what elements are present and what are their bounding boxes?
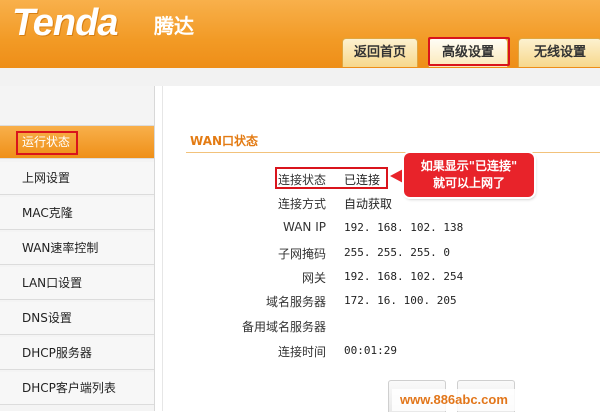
tenda-logo-cn: 腾达 — [154, 14, 194, 38]
sidebar-item-wan-rate-control[interactable]: WAN速率控制 — [0, 232, 154, 265]
sidebar-item-mac-clone[interactable]: MAC克隆 — [0, 197, 154, 230]
watermark: www.886abc.com — [392, 389, 600, 411]
label-connection-time: 连接时间 — [277, 345, 326, 359]
label-gateway: 网关 — [301, 271, 326, 285]
sidebar-item-lan-settings[interactable]: LAN口设置 — [0, 267, 154, 300]
section-divider — [186, 152, 600, 153]
status-item-highlight — [16, 131, 78, 155]
value-gateway: 192. 168. 102. 254 — [344, 270, 464, 283]
advanced-tab-highlight — [428, 37, 510, 66]
connection-status-highlight — [275, 167, 388, 189]
label-connection-type: 连接方式 — [277, 197, 326, 211]
tab-home[interactable]: 返回首页 — [342, 38, 418, 67]
value-subnet-mask: 255. 255. 255. 0 — [344, 246, 450, 259]
sidebar-spacer — [0, 86, 154, 126]
label-secondary-dns: 备用域名服务器 — [241, 320, 326, 334]
value-wan-ip: 192. 168. 102. 138 — [344, 221, 464, 234]
sidebar-item-dhcp-server[interactable]: DHCP服务器 — [0, 337, 154, 370]
sidebar-item-internet-settings[interactable]: 上网设置 — [0, 162, 154, 195]
label-dns-server: 域名服务器 — [265, 295, 326, 309]
sidebar-item-dns-settings[interactable]: DNS设置 — [0, 302, 154, 335]
header-bar: Tenda 腾达 返回首页 高级设置 无线设置 — [0, 0, 600, 68]
value-dns-server: 172. 16. 100. 205 — [344, 294, 457, 307]
label-subnet-mask: 子网掩码 — [277, 247, 326, 261]
tenda-logo: Tenda — [12, 2, 118, 44]
tab-wireless-settings[interactable]: 无线设置 — [518, 38, 600, 67]
value-connection-time: 00:01:29 — [344, 344, 397, 357]
annotation-callout: 如果显示"已连接" 就可以上网了 — [404, 153, 534, 197]
label-wan-ip: WAN IP — [283, 220, 326, 234]
value-connection-type: 自动获取 — [344, 197, 393, 211]
header-divider-strip — [0, 68, 600, 86]
section-title: WAN口状态 — [190, 134, 259, 148]
callout-line-1: 如果显示"已连接" — [420, 159, 518, 173]
sidebar-item-dhcp-client-list[interactable]: DHCP客户端列表 — [0, 372, 154, 405]
callout-arrow — [390, 168, 405, 184]
callout-line-2: 就可以上网了 — [432, 176, 505, 190]
